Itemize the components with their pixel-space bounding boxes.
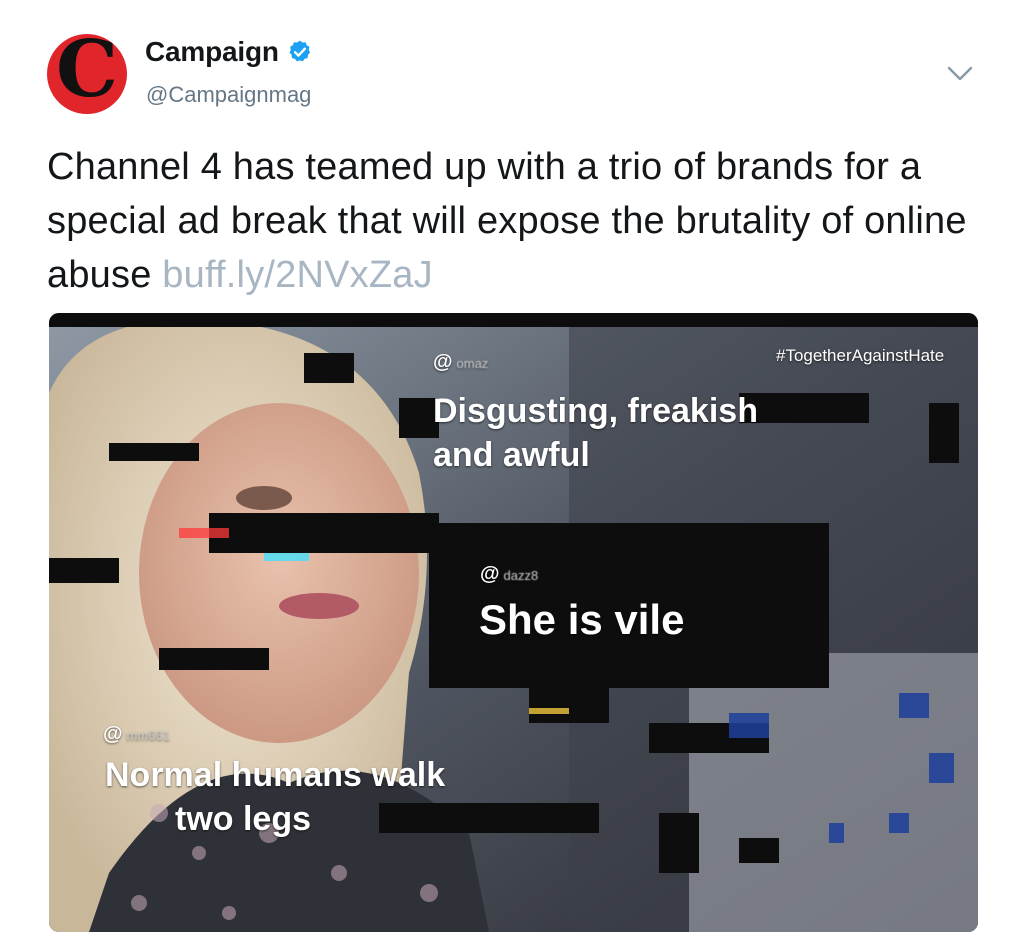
- comment-text: She is vile: [479, 595, 684, 645]
- blurred-handle: omaz: [456, 356, 489, 371]
- blurred-handle: dazz8: [503, 568, 539, 583]
- name-row: Campaign: [145, 36, 313, 68]
- at-symbol: @: [103, 723, 123, 745]
- at-symbol: @: [433, 351, 453, 373]
- avatar-letter: C: [55, 34, 119, 114]
- comment-handle: @ omaz: [433, 351, 488, 374]
- display-name[interactable]: Campaign: [145, 36, 279, 68]
- comment-line: Disgusting, freakish: [433, 392, 758, 430]
- chevron-down-icon[interactable]: [944, 62, 976, 86]
- tweet-link[interactable]: buff.ly/2NVxZaJ: [162, 254, 433, 296]
- comment-text: Normal humans walk two legs: [105, 753, 445, 841]
- blurred-handle: mm661: [126, 728, 170, 743]
- comment-text: Disgusting, freakish and awful: [433, 389, 758, 477]
- comment-line: and awful: [433, 436, 590, 474]
- comment-handle: @ dazz8: [480, 563, 538, 586]
- account-handle[interactable]: @Campaignmag: [146, 82, 311, 108]
- media-image[interactable]: #TogetherAgainstHate @ omaz Disgusting, f…: [49, 313, 978, 932]
- tweet-card: C Campaign @Campaignmag Channel 4 has te…: [0, 0, 1024, 951]
- comment-line: She is vile: [479, 596, 685, 643]
- tweet-text: Channel 4 has teamed up with a trio of b…: [47, 140, 997, 302]
- at-symbol: @: [480, 563, 500, 585]
- comment-line: Normal humans walk: [105, 756, 446, 794]
- media-hashtag: #TogetherAgainstHate: [776, 346, 945, 365]
- avatar[interactable]: C: [47, 34, 127, 114]
- comment-line: two legs: [175, 800, 312, 838]
- verified-badge-icon: [289, 40, 310, 62]
- comment-handle: @ mm661: [103, 723, 170, 746]
